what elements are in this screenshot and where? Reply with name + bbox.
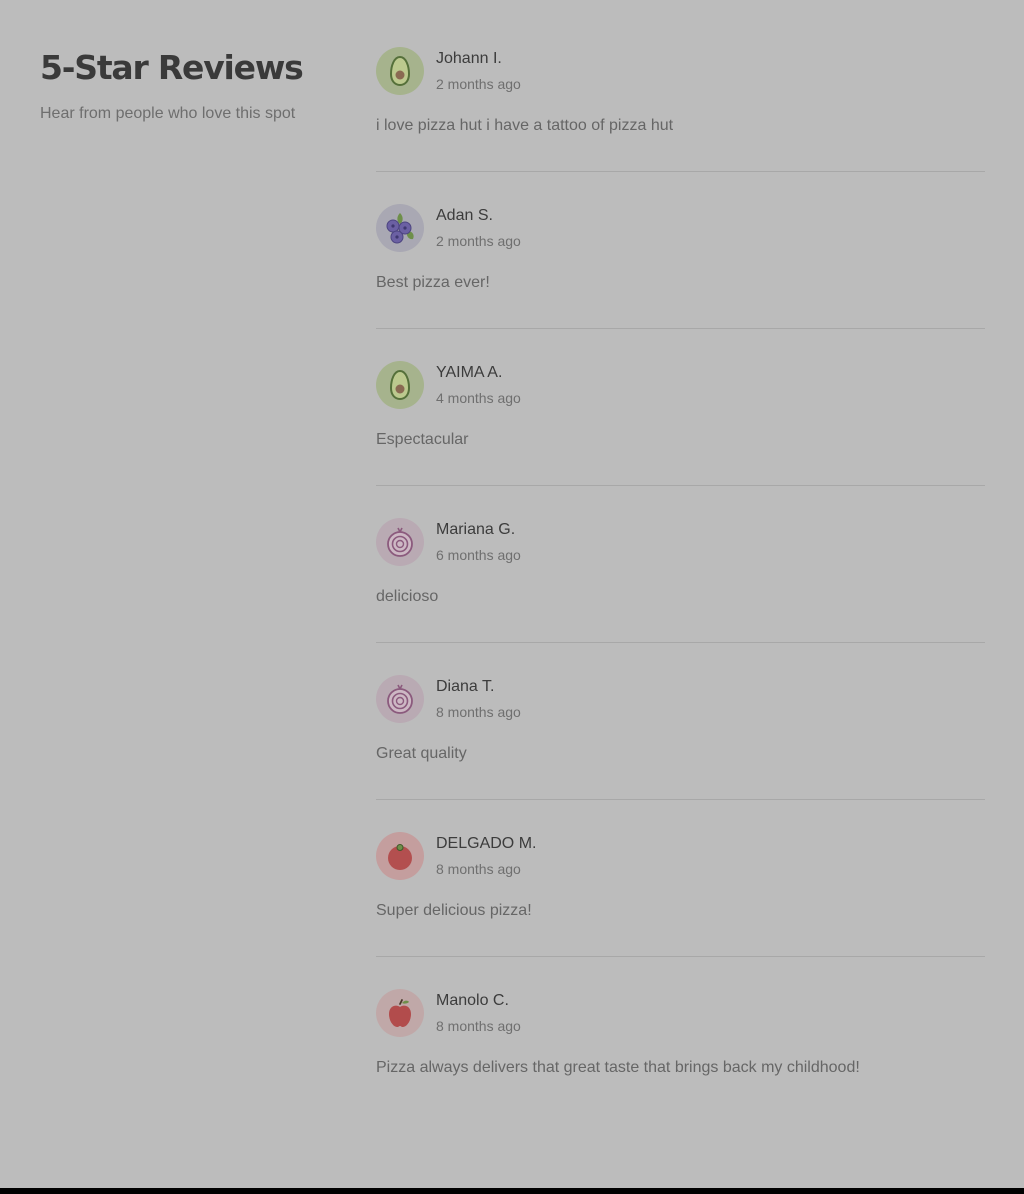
review-list: Johann I. 2 months ago i love pizza hut … [376, 47, 985, 1113]
reviewer-name: YAIMA A. [436, 364, 503, 381]
review-item: Johann I. 2 months ago i love pizza hut … [376, 47, 985, 171]
review-text: i love pizza hut i have a tattoo of pizz… [376, 117, 674, 134]
review-item: Diana T. 8 months ago Great quality [376, 675, 985, 799]
review-text: delicioso [376, 588, 439, 605]
avatar [376, 518, 424, 566]
review-text: Super delicious pizza! [376, 902, 532, 919]
review-text: Pizza always delivers that great taste t… [376, 1059, 860, 1076]
review-date: 2 months ago [436, 76, 521, 92]
page-subtitle: Hear from people who love this spot [40, 105, 296, 122]
avatar [376, 832, 424, 880]
reviews-intro: 5-Star Reviews Hear from people who love… [40, 46, 340, 126]
avocado-icon [389, 369, 411, 401]
review-date: 8 months ago [436, 861, 521, 877]
onion-icon [387, 527, 413, 557]
avocado-icon [389, 55, 411, 87]
avatar [376, 204, 424, 252]
reviewer-name: DELGADO M. [436, 835, 537, 852]
avatar [376, 675, 424, 723]
page-title: 5-Star Reviews [40, 48, 304, 87]
reviewer-name: Johann I. [436, 50, 502, 67]
review-date: 6 months ago [436, 547, 521, 563]
review-date: 2 months ago [436, 233, 521, 249]
bottom-edge [0, 1188, 1024, 1194]
review-date: 8 months ago [436, 1018, 521, 1034]
reviewer-name: Adan S. [436, 207, 493, 224]
avatar [376, 361, 424, 409]
review-text: Espectacular [376, 431, 469, 448]
tomato-icon [388, 844, 412, 870]
review-item: Mariana G. 6 months ago delicioso [376, 518, 985, 642]
review-text: Great quality [376, 745, 467, 762]
review-text: Best pizza ever! [376, 274, 490, 291]
review-item: YAIMA A. 4 months ago Espectacular [376, 361, 985, 485]
review-date: 4 months ago [436, 390, 521, 406]
reviewer-name: Diana T. [436, 678, 495, 695]
reviewer-name: Manolo C. [436, 992, 509, 1009]
apple-icon [389, 999, 411, 1027]
blueberry-icon [386, 213, 414, 244]
review-date: 8 months ago [436, 704, 521, 720]
avatar [376, 47, 424, 95]
avatar [376, 989, 424, 1037]
reviewer-name: Mariana G. [436, 521, 516, 538]
review-item: Adan S. 2 months ago Best pizza ever! [376, 204, 985, 328]
onion-icon [387, 684, 413, 714]
review-item: Manolo C. 8 months ago Pizza always deli… [376, 989, 985, 1113]
review-item: DELGADO M. 8 months ago Super delicious … [376, 832, 985, 956]
